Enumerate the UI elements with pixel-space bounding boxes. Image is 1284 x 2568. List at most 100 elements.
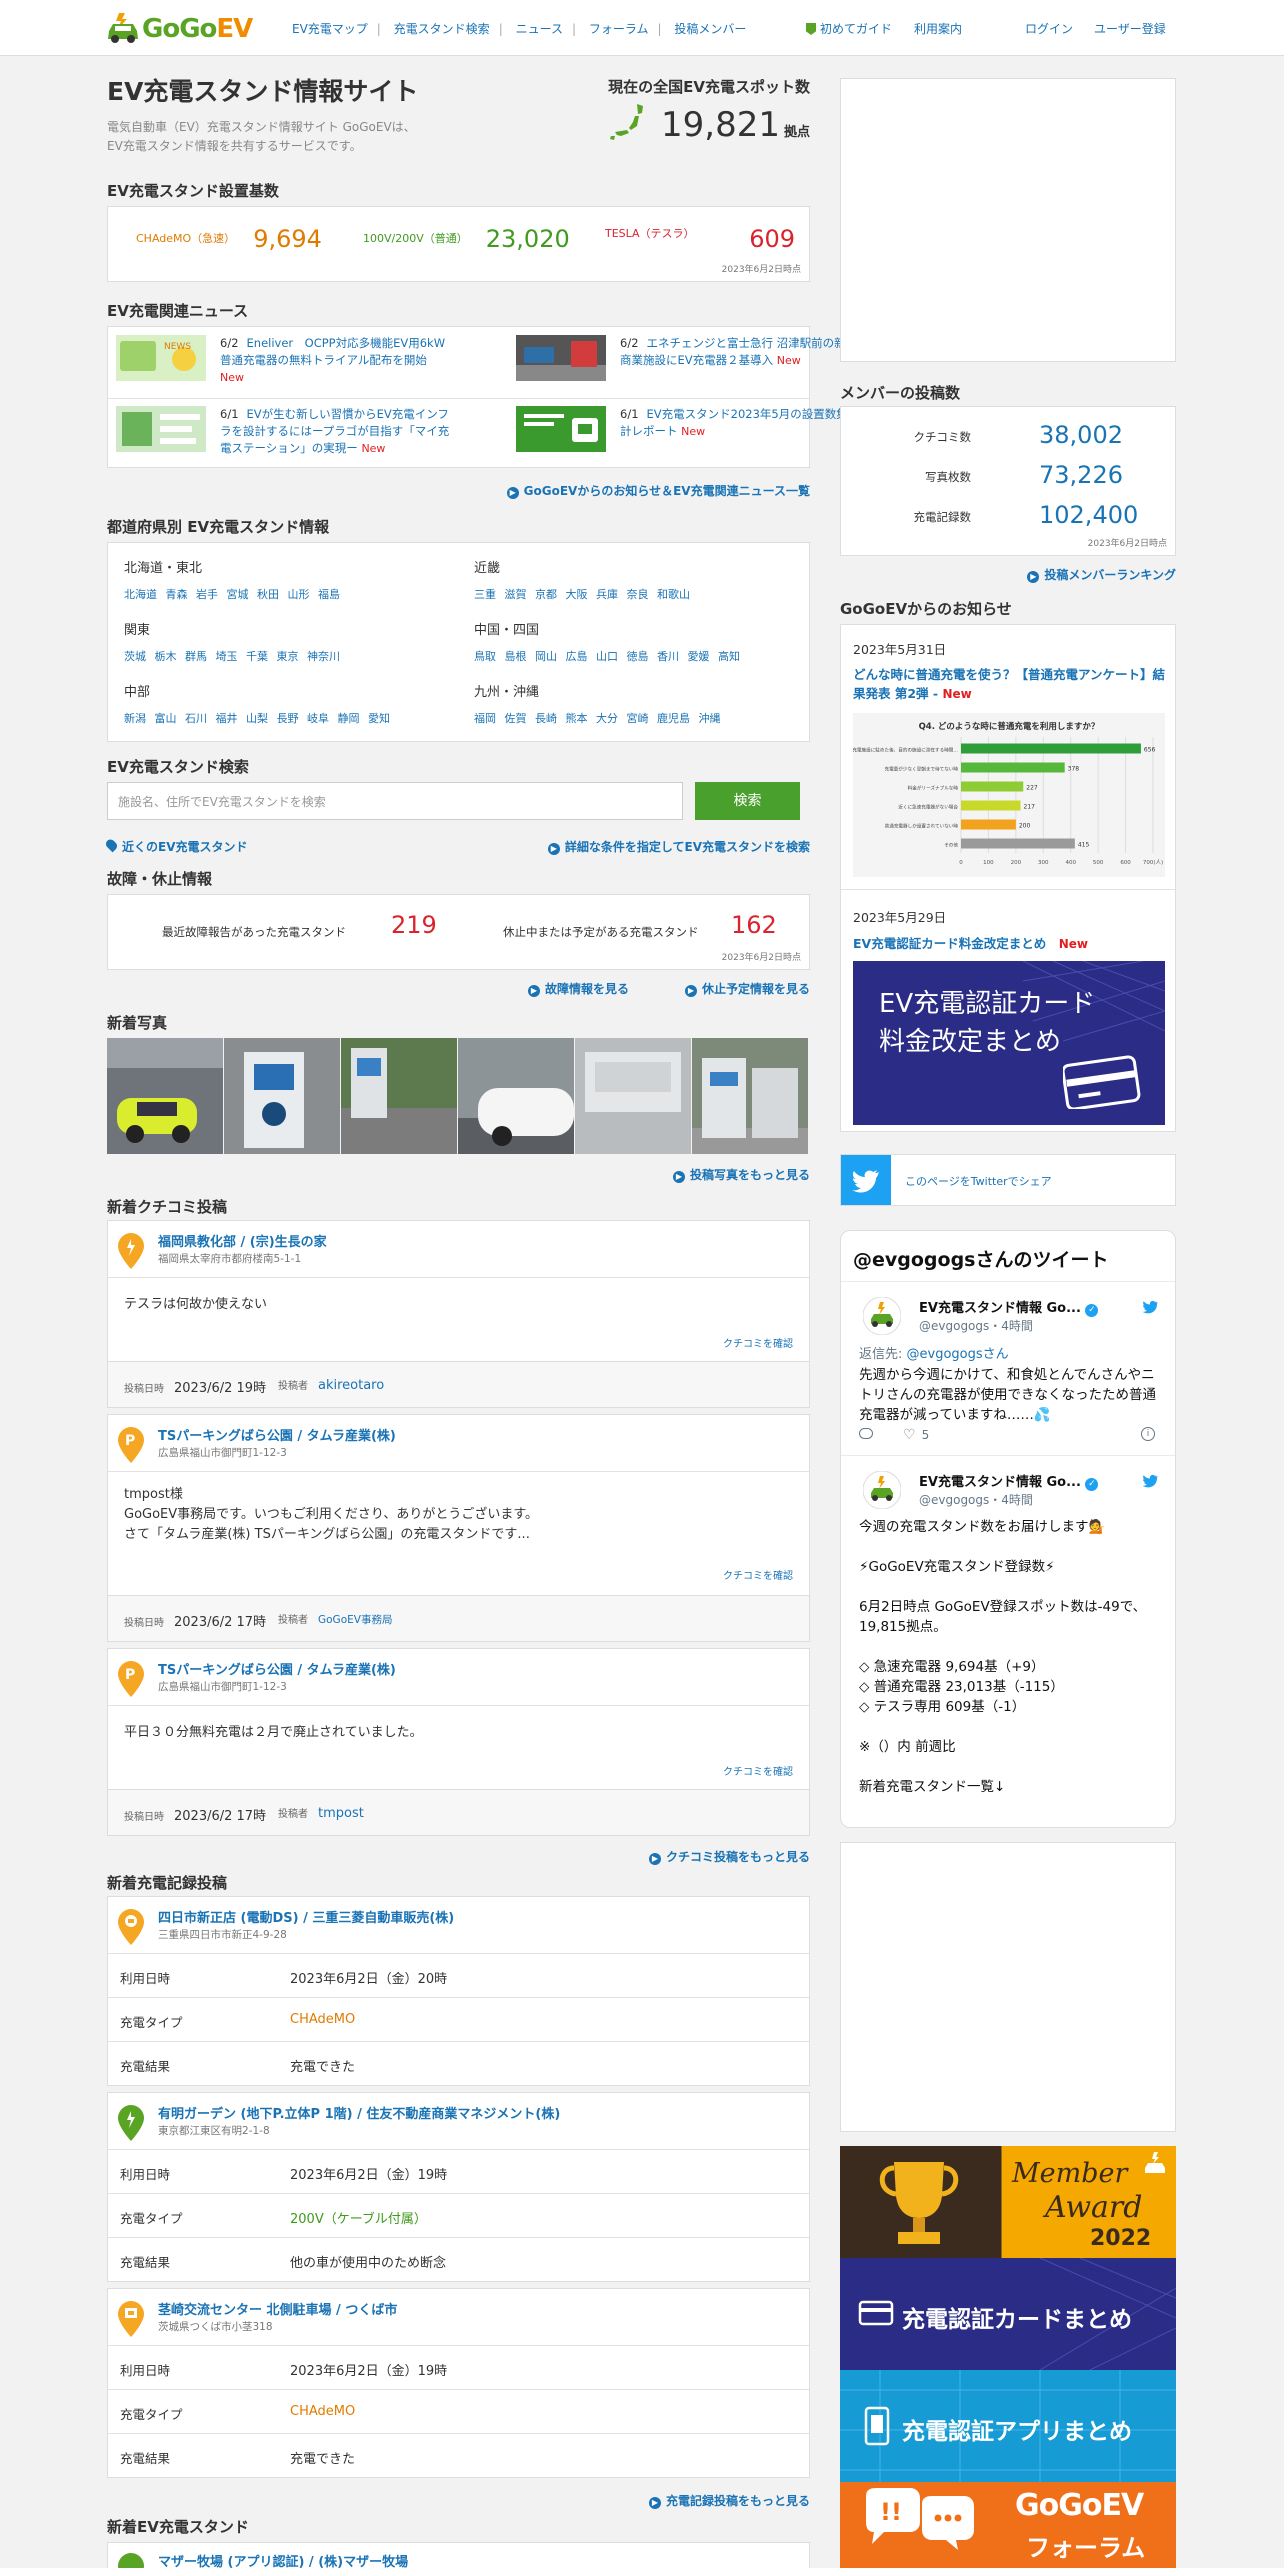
- register-link[interactable]: ユーザー登録: [1094, 20, 1166, 37]
- install-tesla-value: 609: [749, 225, 795, 253]
- notice-link[interactable]: EV充電認証カード料金改定まとめ: [853, 936, 1046, 951]
- install-count-box: CHAdeMO（急速） 9,694 100V/200V（普通） 23,020 TES…: [107, 206, 810, 282]
- notice-link[interactable]: どんな時に普通充電を使う？【普通充電アンケート】結果発表 第2弾 -: [853, 667, 1165, 701]
- site-logo[interactable]: GoGoEV: [106, 8, 253, 48]
- news-link[interactable]: EV充電スタンド2023年5月の設置数集計レポート: [620, 407, 848, 438]
- pref-list[interactable]: 北海道 青森 岩手 宮城 秋田 山形 福島: [124, 586, 454, 602]
- review-check-link[interactable]: クチコミを確認: [723, 1335, 793, 1350]
- records-more-link[interactable]: ▶ 充電記録投稿をもっと見る: [648, 2492, 810, 2509]
- nearby-stand-link[interactable]: 近くのEV充電スタンド: [104, 837, 248, 855]
- search-input[interactable]: 施設名、住所でEV充電スタンドを検索: [107, 782, 683, 820]
- photo-strip: [107, 1038, 810, 1154]
- detail-search-link[interactable]: ▶ 詳細な条件を指定してEV充電スタンドを検索: [547, 838, 810, 855]
- detail-search-label: 詳細な条件を指定してEV充電スタンドを検索: [564, 840, 810, 854]
- news-item[interactable]: 6/2 エネチェンジと富士急行 沼津駅前の新商業施設にEV充電器２基導入 New: [508, 327, 860, 398]
- pref-list[interactable]: 三重 滋賀 京都 大阪 兵庫 奈良 和歌山: [474, 586, 804, 602]
- news-text: 6/1 EV充電スタンド2023年5月の設置数集計レポート New: [620, 406, 852, 440]
- review-check-link[interactable]: クチコミを確認: [723, 1763, 793, 1778]
- usage-link[interactable]: 利用案内: [914, 20, 962, 37]
- forum-banner[interactable]: !! GoGoEV フォーラム: [840, 2482, 1176, 2568]
- suspended-info-label: 休止予定情報を見る: [701, 982, 810, 996]
- station-pin-icon: [118, 2301, 144, 2337]
- survey-bar-chart[interactable]: Q4. どのような時に普通充電を利用しますか？ 656 378 227 217 200 4…: [853, 713, 1165, 877]
- nav-stand-search[interactable]: 充電スタンド検索: [394, 22, 490, 36]
- poster-key: 投稿者: [278, 1381, 308, 1392]
- app-summary-banner[interactable]: 充電認証アプリまとめ: [840, 2370, 1176, 2482]
- news-more-link[interactable]: ▶ GoGoEVからのお知らせ＆EV充電関連ニュース一覧: [506, 482, 810, 499]
- nav-members[interactable]: 投稿メンバー: [674, 22, 746, 36]
- news-item[interactable]: NEWS 6/2 Eneliver OCPP対応多機能EV用6kW普通充電器の無料…: [108, 327, 460, 398]
- new-stand-title: 新着EV充電スタンド: [107, 2518, 249, 2536]
- pref-list[interactable]: 茨城 栃木 群馬 埼玉 千葉 東京 神奈川: [124, 648, 454, 664]
- news-item[interactable]: 6/1 EV充電スタンド2023年5月の設置数集計レポート New: [508, 398, 860, 469]
- twitter-bird-icon[interactable]: [1141, 1299, 1159, 1315]
- avatar[interactable]: [863, 1297, 901, 1335]
- new-stand-name[interactable]: マザー牧場 (アプリ認証) / (株)マザー牧場: [158, 2551, 408, 2568]
- record-station-name[interactable]: 有明ガーデン (地下P.立体P 1階) / 住友不動産商業マネジメント(株): [158, 2103, 560, 2122]
- photo-thumbnail[interactable]: [341, 1038, 457, 1154]
- photo-thumbnail[interactable]: [107, 1038, 223, 1154]
- twitter-share-link[interactable]: このページをTwitterでシェア: [905, 1173, 1052, 1189]
- login-link[interactable]: ログイン: [1025, 20, 1073, 37]
- reply-icon[interactable]: [859, 1428, 873, 1439]
- record-key: 利用日時: [120, 2363, 171, 2378]
- parking-pin-icon: P: [118, 1661, 144, 1697]
- review-station-name[interactable]: TSパーキングばら公園 / タムラ産業(株): [158, 1425, 396, 1444]
- news-link[interactable]: EVが生む新しい習慣からEV充電インフラを設計するにはープラゴが目指す「マイ充電…: [220, 407, 449, 455]
- news-link[interactable]: エネチェンジと富士急行 沼津駅前の新商業施設にEV充電器２基導入: [620, 336, 846, 367]
- tweet-line: ◇ テスラ専用 609基（-1）: [859, 1699, 1026, 1715]
- avatar[interactable]: [863, 1471, 901, 1509]
- suspended-value[interactable]: 162: [731, 911, 777, 939]
- photo-thumbnail[interactable]: [458, 1038, 574, 1154]
- photo-thumbnail[interactable]: [224, 1038, 340, 1154]
- twitter-bird-icon[interactable]: [1141, 1473, 1159, 1489]
- nav-forum[interactable]: フォーラム: [589, 22, 649, 36]
- record-value: CHAdeMO: [290, 2012, 356, 2027]
- nav-news[interactable]: ニュース: [516, 22, 563, 36]
- record-station-address: 東京都江東区有明2-1-8: [158, 2125, 270, 2137]
- tweet-author[interactable]: EV充電スタンド情報 Go... ✓: [919, 1297, 1099, 1317]
- guide-link[interactable]: 初めてガイド: [806, 20, 892, 37]
- pref-list[interactable]: 鳥取 島根 岡山 広島 山口 徳島 香川 愛媛 高知: [474, 648, 804, 664]
- search-button[interactable]: 検索: [695, 782, 800, 820]
- info-icon[interactable]: i: [1141, 1427, 1155, 1441]
- arrow-right-icon: ▶: [684, 985, 697, 997]
- spot-count-title: 現在の全国EV充電スポット数: [608, 78, 810, 96]
- card-icon: [858, 2300, 894, 2326]
- ranking-link[interactable]: ▶ 投稿メンバーランキング: [1027, 566, 1176, 583]
- tweet-author[interactable]: EV充電スタンド情報 Go... ✓: [919, 1471, 1099, 1491]
- reviews-more-link[interactable]: ▶ クチコミ投稿をもっと見る: [648, 1848, 810, 1865]
- pref-list[interactable]: 新潟 富山 石川 福井 山梨 長野 岐阜 静岡 愛知: [124, 710, 454, 726]
- photo-thumbnail[interactable]: [692, 1038, 808, 1154]
- poster-link[interactable]: akireotaro: [318, 1378, 384, 1393]
- date-key: 投稿日時: [124, 1812, 164, 1823]
- news-item[interactable]: 6/1 EVが生む新しい習慣からEV充電インフラを設計するにはープラゴが目指す「マ…: [108, 398, 460, 469]
- tweet-text: 今週の充電スタンド数をお届けします💁 ⚡GoGoEV充電スタンド登録数⚡ 6月2…: [859, 1517, 1163, 1817]
- ranking-label: 投稿メンバーランキング: [1044, 568, 1176, 582]
- member-award-banner[interactable]: Member Award 2022: [840, 2146, 1176, 2258]
- card-fee-banner[interactable]: EV充電認証カード 料金改定まとめ: [853, 961, 1165, 1125]
- review-station-name[interactable]: TSパーキングばら公園 / タムラ産業(株): [158, 1659, 396, 1678]
- reply-to-link[interactable]: @evgogogsさん: [907, 1347, 1009, 1362]
- twitter-share[interactable]: このページをTwitterでシェア: [840, 1154, 1176, 1206]
- pref-list[interactable]: 福岡 佐賀 長崎 熊本 大分 宮崎 鹿児島 沖縄: [474, 710, 804, 726]
- tweet-actions: ♡ 5: [859, 1427, 929, 1443]
- failure-info-link[interactable]: ▶ 故障情報を見る: [528, 980, 629, 997]
- record-station-name[interactable]: 茎崎交流センター 北側駐車場 / つくば市: [158, 2299, 397, 2318]
- record-station-name[interactable]: 四日市新正店 (電動DS) / 三重三菱自動車販売(株): [158, 1907, 454, 1926]
- divider: [841, 1281, 1175, 1282]
- card-summary-banner[interactable]: 充電認証カードまとめ: [840, 2258, 1176, 2370]
- failure-value[interactable]: 219: [391, 911, 437, 939]
- poster-link[interactable]: GoGoEV事務局: [318, 1614, 392, 1626]
- news-link[interactable]: Eneliver OCPP対応多機能EV用6kW普通充電器の無料トライアル配布を…: [220, 336, 445, 367]
- poster-link[interactable]: tmpost: [318, 1806, 364, 1821]
- review-station-name[interactable]: 福岡県教化部 / (宗)生長の家: [158, 1231, 327, 1250]
- photo-thumbnail[interactable]: [575, 1038, 691, 1154]
- like-icon[interactable]: ♡: [903, 1427, 916, 1443]
- photos-more-link[interactable]: ▶ 投稿写真をもっと見る: [672, 1166, 810, 1183]
- nav-ev-map[interactable]: EV充電マップ: [292, 22, 368, 36]
- review-check-link[interactable]: クチコミを確認: [723, 1567, 793, 1582]
- arrow-right-icon: ▶: [648, 1853, 661, 1865]
- suspended-info-link[interactable]: ▶ 休止予定情報を見る: [684, 980, 810, 997]
- leaf-icon: [806, 23, 816, 35]
